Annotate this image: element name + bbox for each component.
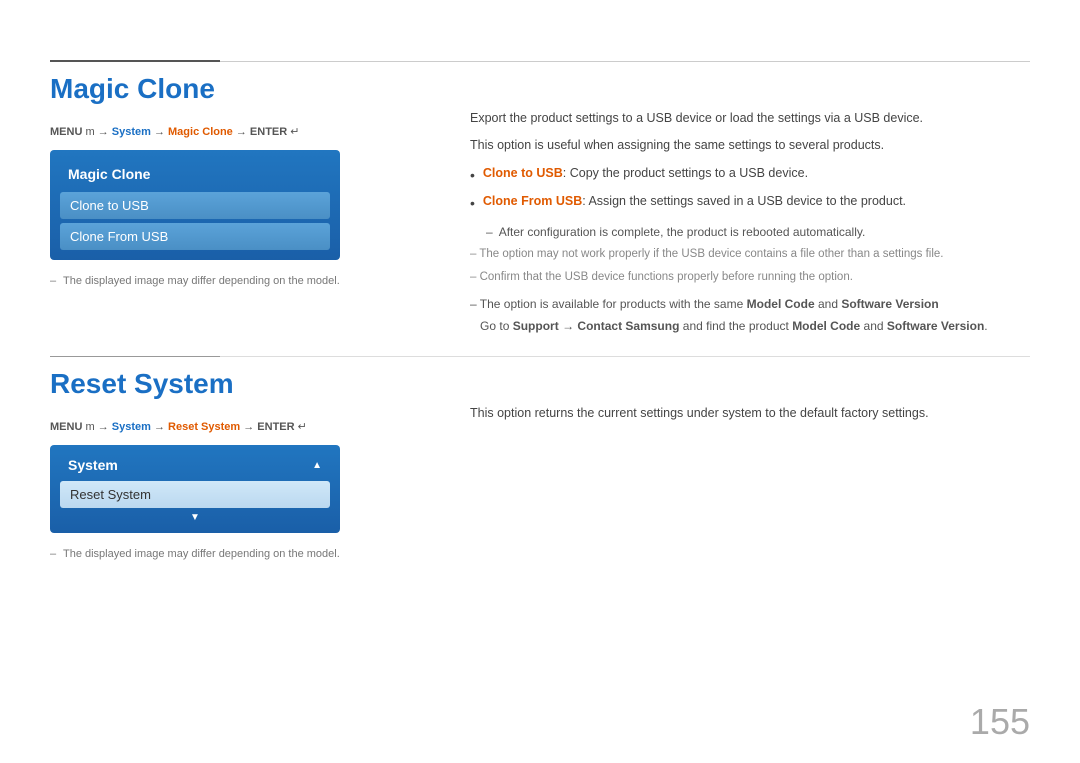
top-dividers: [0, 60, 1080, 63]
magic-clone-panel: Magic Clone Clone to USB Clone From USB: [50, 150, 340, 260]
clone-from-usb-label: Clone From USB: [483, 194, 582, 208]
sub-note: – After configuration is complete, the p…: [486, 222, 1030, 242]
contact-samsung-link: Contact Samsung: [577, 319, 679, 333]
gray-note-1: – The option may not work properly if th…: [470, 245, 1030, 265]
reset-system-section: Reset System MENU m → System → Reset Sys…: [0, 368, 1080, 560]
reset-right-panel: This option returns the current settings…: [420, 368, 1030, 560]
reset-menu-label: MENU: [50, 421, 85, 433]
enter-icon: ↵: [290, 126, 299, 138]
right-line1: Export the product settings to a USB dev…: [470, 108, 1030, 129]
reset-left-panel: Reset System MENU m → System → Reset Sys…: [50, 368, 420, 560]
arrow-row: ▼: [60, 512, 330, 523]
magic-clone-note: – The displayed image may differ dependi…: [50, 275, 420, 287]
menu-label: MENU: [50, 126, 85, 138]
divider-dark: [50, 60, 220, 62]
magic-clone-section: Magic Clone MENU m → System → Magic Clon…: [0, 73, 1080, 336]
magic-clone-link: Magic Clone: [168, 126, 236, 138]
clone-to-usb-label: Clone to USB: [483, 166, 563, 180]
clone-from-usb-text: : Assign the settings saved in a USB dev…: [582, 194, 906, 208]
magic-clone-left-panel: Magic Clone MENU m → System → Magic Clon…: [50, 73, 420, 336]
clone-from-usb-item[interactable]: Clone From USB: [60, 223, 330, 250]
available-note: – The option is available for products w…: [470, 294, 1030, 314]
software-version-2: Software Version: [887, 319, 984, 333]
system-panel-title: System ▲: [60, 451, 330, 479]
support-link: Support: [513, 319, 559, 333]
magic-clone-right-panel: Export the product settings to a USB dev…: [420, 73, 1030, 336]
bullet-2-content: Clone From USB: Assign the settings save…: [483, 191, 906, 212]
reset-arrow2: →: [154, 421, 168, 433]
page-container: Magic Clone MENU m → System → Magic Clon…: [0, 0, 1080, 763]
system-link: System: [112, 126, 154, 138]
arrow1: →: [98, 126, 112, 138]
right-line2: This option is useful when assigning the…: [470, 135, 1030, 156]
bullet-dot-2: •: [470, 192, 475, 216]
model-code-2: Model Code: [792, 319, 860, 333]
reset-arrow1: →: [98, 421, 112, 433]
clone-to-usb-item[interactable]: Clone to USB: [60, 192, 330, 219]
reset-right-line1: This option returns the current settings…: [470, 403, 1030, 424]
arrow-down-icon: ▼: [190, 512, 200, 523]
gray-note-2: – Confirm that the USB device functions …: [470, 268, 1030, 288]
clone-to-usb-text: : Copy the product settings to a USB dev…: [563, 166, 808, 180]
reset-arrow3: →: [243, 421, 257, 433]
bullet-list: • Clone to USB: Copy the product setting…: [470, 163, 1030, 217]
bullet-dot-1: •: [470, 164, 475, 188]
reset-note: – The displayed image may differ dependi…: [50, 548, 420, 560]
panel-title: Magic Clone: [60, 160, 330, 188]
reset-section-link: Reset System: [168, 421, 243, 433]
enter-label: ENTER: [250, 126, 290, 138]
divider-light: [220, 61, 1030, 62]
arrow3: →: [236, 126, 250, 138]
reset-system-title: Reset System: [50, 368, 420, 400]
magic-clone-title: Magic Clone: [50, 73, 420, 105]
system-panel: System ▲ Reset System ▼: [50, 445, 340, 533]
arrow-up-icon: ▲: [312, 460, 322, 471]
available-sub: Go to Support → Contact Samsung and find…: [470, 316, 1030, 336]
menu-icon: m: [85, 126, 97, 138]
arrow2: →: [154, 126, 168, 138]
bullet-1-content: Clone to USB: Copy the product settings …: [483, 163, 808, 184]
section-divider: [0, 356, 1080, 358]
bullet-item-1: • Clone to USB: Copy the product setting…: [470, 163, 1030, 188]
reset-menu-path: MENU m → System → Reset System → ENTER ↵: [50, 420, 420, 433]
model-code-1: Model Code: [747, 297, 815, 311]
magic-clone-menu-path: MENU m → System → Magic Clone → ENTER ↵: [50, 125, 420, 138]
reset-enter-icon: ↵: [298, 421, 307, 433]
page-number: 155: [970, 701, 1030, 743]
reset-menu-icon: m: [85, 421, 97, 433]
reset-enter-label: ENTER: [257, 421, 297, 433]
reset-system-link: System: [112, 421, 154, 433]
software-version-1: Software Version: [841, 297, 938, 311]
reset-system-item[interactable]: Reset System: [60, 481, 330, 508]
bullet-item-2: • Clone From USB: Assign the settings sa…: [470, 191, 1030, 216]
